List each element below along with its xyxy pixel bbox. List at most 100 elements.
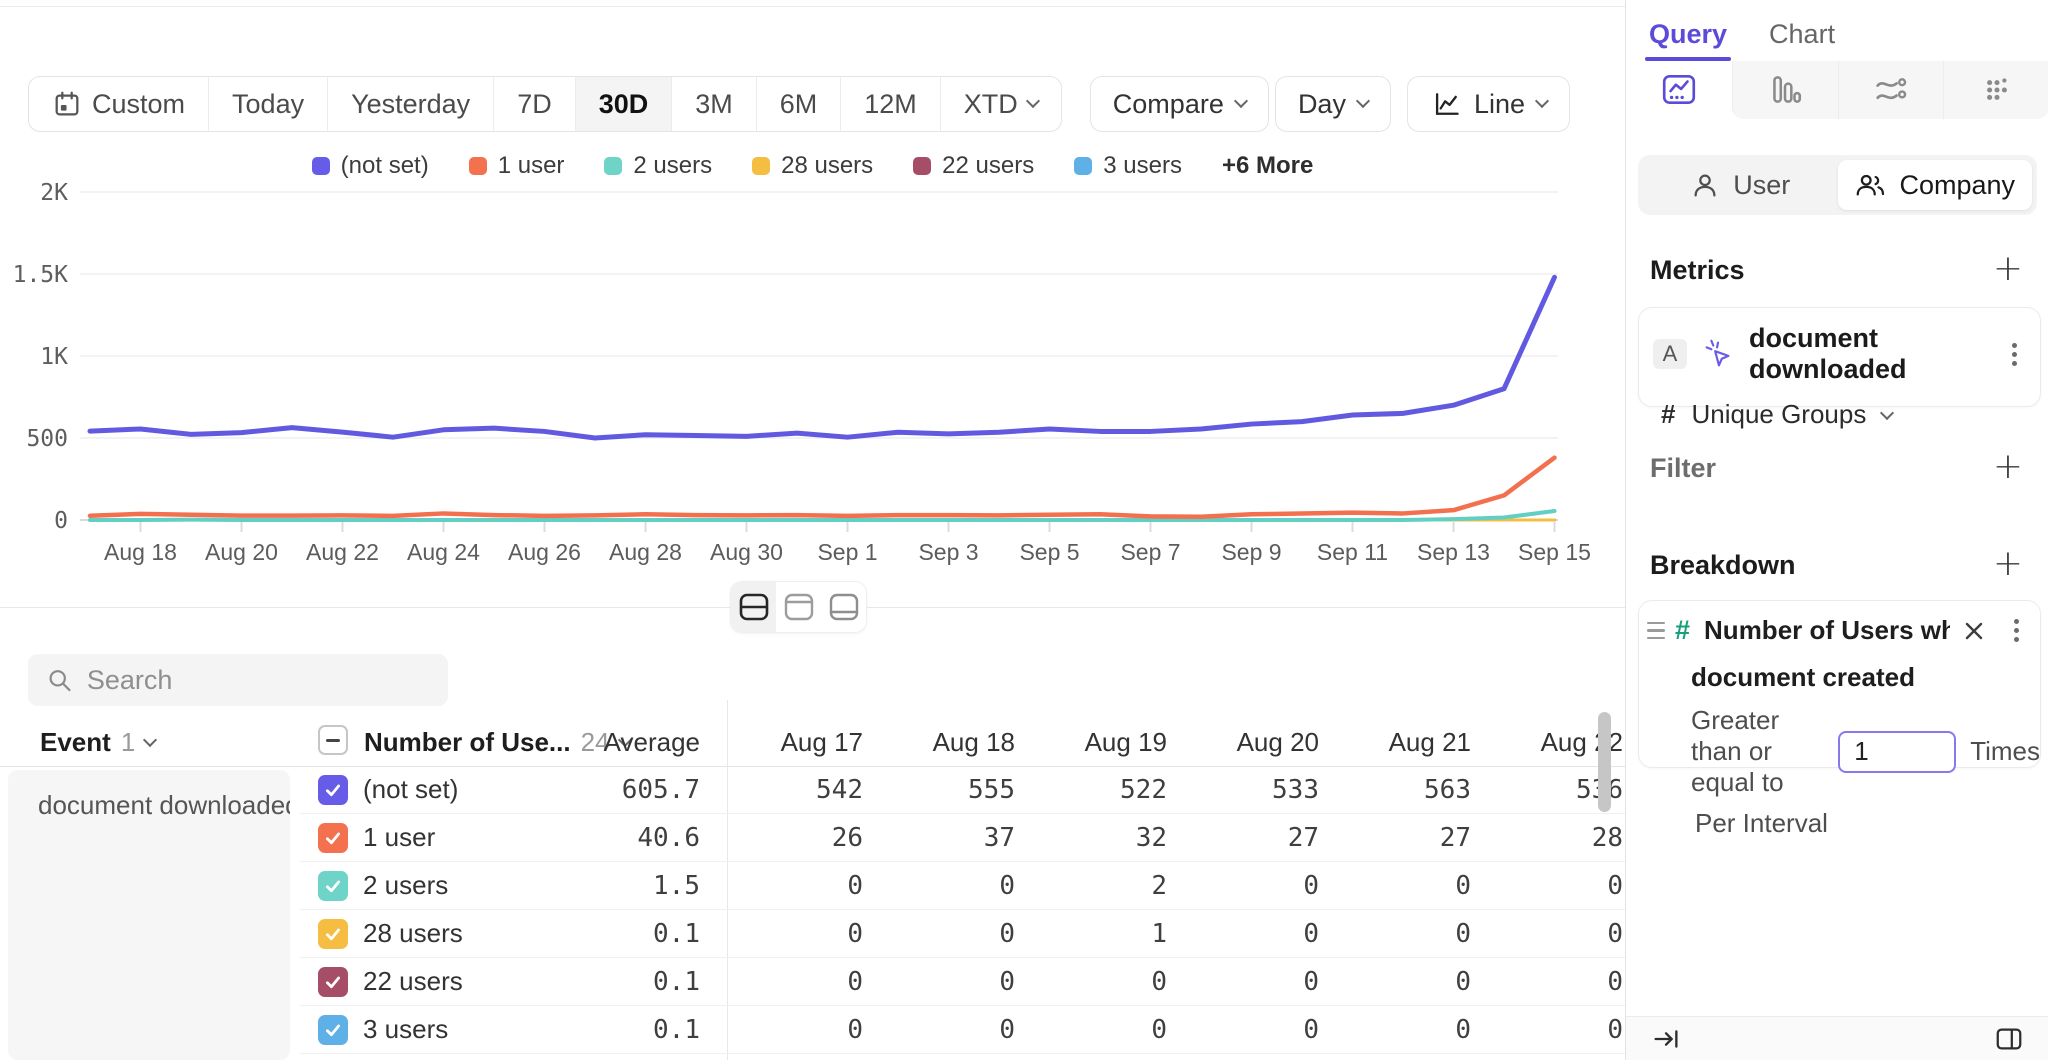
main-panel: CustomTodayYesterday7D30D3M6M12MXTD Comp…: [0, 0, 1625, 1060]
cell-value: 0: [1183, 1015, 1335, 1045]
metric-card[interactable]: A document downloaded # Unique Groups: [1638, 307, 2041, 407]
breakdown-card[interactable]: # Number of Users who did... document cr…: [1638, 600, 2041, 768]
tab-chart[interactable]: Chart: [1769, 7, 1835, 61]
cell-value: 0: [1487, 967, 1625, 997]
search-box: [28, 654, 448, 706]
date-column-header[interactable]: Aug 17: [727, 727, 879, 758]
table-row: 2 users1.5002000: [300, 862, 1625, 910]
range-custom[interactable]: Custom: [29, 77, 208, 131]
cell-value: 0: [879, 919, 1031, 949]
date-column-header[interactable]: Aug 20: [1183, 727, 1335, 758]
legend-more[interactable]: +6 More: [1222, 152, 1313, 180]
range-12m[interactable]: 12M: [840, 77, 940, 131]
chart-type-bar-segment[interactable]: [1732, 61, 1838, 119]
range-today[interactable]: Today: [208, 77, 327, 131]
range-3m[interactable]: 3M: [671, 77, 756, 131]
metric-kebab-menu[interactable]: [2002, 343, 2026, 366]
average-value: 605.7: [582, 775, 700, 805]
compare-button[interactable]: Compare: [1090, 76, 1269, 132]
average-value: 0.1: [582, 1015, 700, 1045]
segment-flow-icon: [1871, 70, 1911, 110]
chart-type-line-segment[interactable]: [1627, 61, 1732, 119]
range-7d[interactable]: 7D: [493, 77, 575, 131]
table-row: (not set)605.7542555522533563536: [300, 766, 1625, 814]
breakdown-event[interactable]: document created: [1639, 646, 2040, 693]
series-checkbox[interactable]: [318, 967, 348, 997]
metric-name[interactable]: document downloaded: [1749, 323, 1988, 385]
chart-legend: (not set) 1 user 2 users 28 users 22 users 3 …: [0, 152, 1625, 180]
series-checkbox[interactable]: [318, 871, 348, 901]
split-view-icon: [738, 592, 770, 622]
legend-item[interactable]: 22 users: [913, 152, 1034, 180]
range-xtd[interactable]: XTD: [940, 77, 1061, 131]
date-column-header[interactable]: Aug 18: [879, 727, 1031, 758]
average-value: 0.1: [582, 919, 700, 949]
range-30d[interactable]: 30D: [575, 77, 672, 131]
cell-value: 0: [879, 1015, 1031, 1045]
legend-item[interactable]: 28 users: [752, 152, 873, 180]
date-range-group: CustomTodayYesterday7D30D3M6M12MXTD: [28, 76, 1062, 132]
close-icon[interactable]: [1960, 617, 1988, 645]
x-axis-tick: Sep 9: [1221, 539, 1281, 565]
series-line-1 user[interactable]: [90, 458, 1555, 517]
chart-type-button[interactable]: Line: [1407, 76, 1570, 132]
check-icon: [321, 874, 345, 898]
vertical-scrollbar[interactable]: [1598, 712, 1611, 812]
range-yesterday[interactable]: Yesterday: [327, 77, 493, 131]
series-label: (not set): [363, 774, 582, 805]
date-column-header[interactable]: Aug 21: [1335, 727, 1487, 758]
legend-label: 22 users: [942, 152, 1034, 180]
panel-layout-icon[interactable]: [1993, 1024, 2025, 1054]
date-column-header[interactable]: Aug 19: [1031, 727, 1183, 758]
add-filter-button[interactable]: +: [1990, 450, 2026, 486]
average-column-header[interactable]: Average: [540, 727, 700, 758]
line-chart[interactable]: 05001K1.5K2KAug 18Aug 20Aug 22Aug 24Aug …: [0, 150, 1625, 570]
series-checkbox[interactable]: [318, 775, 348, 805]
add-breakdown-button[interactable]: +: [1990, 547, 2026, 583]
chart-type-flow-segment[interactable]: [1838, 61, 1944, 119]
toggle-user[interactable]: User: [1643, 160, 1838, 210]
range-6m[interactable]: 6M: [756, 77, 841, 131]
cell-value: 2: [1031, 871, 1183, 901]
legend-item[interactable]: (not set): [312, 152, 429, 180]
sidebar-tabs: Query Chart: [1626, 7, 2048, 61]
select-all-checkbox[interactable]: [318, 725, 348, 755]
chart-type-more-segment[interactable]: [1943, 61, 2048, 119]
series-checkbox[interactable]: [318, 1015, 348, 1045]
collapse-panel-icon[interactable]: [1650, 1023, 1682, 1055]
cell-value: 0: [1335, 967, 1487, 997]
legend-item[interactable]: 1 user: [469, 152, 565, 180]
segment-line-chart-icon: [1660, 71, 1698, 109]
add-metric-button[interactable]: +: [1990, 252, 2026, 288]
condition-label[interactable]: Greater than or equal to: [1691, 705, 1824, 798]
cell-value: 533: [1183, 775, 1335, 805]
layout-split-button[interactable]: [731, 582, 776, 632]
times-value-input[interactable]: [1838, 731, 1956, 773]
legend-item[interactable]: 3 users: [1074, 152, 1182, 180]
calendar-icon: [52, 89, 82, 119]
cell-value: 27: [1335, 823, 1487, 853]
tab-query[interactable]: Query: [1649, 7, 1727, 61]
layout-chart-only-button[interactable]: [776, 582, 821, 632]
chart-type-selector: [1627, 61, 2048, 119]
series-label: 28 users: [363, 918, 582, 949]
toggle-company[interactable]: Company: [1838, 160, 2033, 210]
series-checkbox[interactable]: [318, 823, 348, 853]
event-list-cell[interactable]: document downloaded [U...: [8, 770, 290, 1060]
breakdown-title[interactable]: Number of Users who did...: [1704, 615, 1950, 646]
granularity-button[interactable]: Day: [1275, 76, 1391, 132]
table-row: 28 users0.1001000: [300, 910, 1625, 958]
breakdown-kebab-menu[interactable]: [2004, 619, 2028, 642]
cell-value: 0: [1031, 1015, 1183, 1045]
table-row: 1 user40.6263732272728: [300, 814, 1625, 862]
numeric-property-icon: #: [1675, 615, 1690, 646]
metric-aggregation-row[interactable]: # Unique Groups: [1639, 385, 2040, 430]
layout-table-only-button[interactable]: [821, 582, 866, 632]
event-column-header[interactable]: Event 1: [40, 727, 155, 758]
bottom-view-icon: [828, 592, 860, 622]
legend-item[interactable]: 2 users: [604, 152, 712, 180]
series-line-(not set)[interactable]: [90, 277, 1555, 438]
drag-handle-icon[interactable]: [1647, 622, 1665, 640]
search-input[interactable]: [87, 665, 430, 696]
series-checkbox[interactable]: [318, 919, 348, 949]
